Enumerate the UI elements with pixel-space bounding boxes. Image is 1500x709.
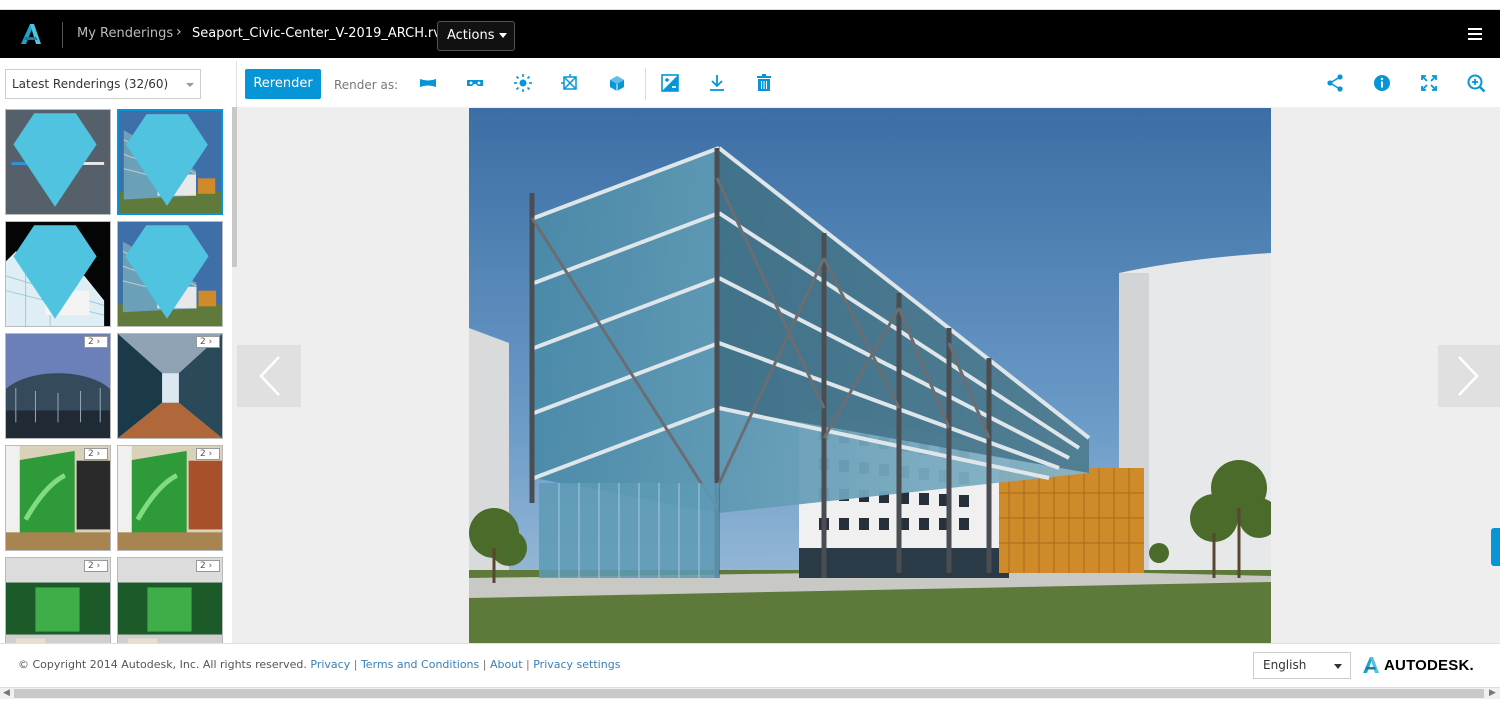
chevron-left-icon — [259, 356, 280, 396]
footer-separator: | — [482, 658, 487, 671]
header-divider — [62, 22, 63, 48]
version-count-badge: 2 › — [196, 448, 220, 460]
breadcrumb-file-name: Seaport_Civic-Center_V-2019_ARCH.rvt — [192, 26, 447, 41]
privacy-settings-link[interactable]: Privacy settings — [533, 658, 620, 671]
thumbnail-list[interactable]: 2 › 2 › 2 › 2 › 2 › 2 › — [0, 107, 236, 643]
renderings-filter-label: Latest Renderings (32/60) — [12, 77, 169, 91]
rendering-main-image[interactable] — [469, 108, 1271, 643]
delete-icon[interactable] — [753, 72, 775, 94]
version-count-badge: 2 › — [196, 336, 220, 348]
terms-link[interactable]: Terms and Conditions — [361, 658, 479, 671]
footer-separator: | — [353, 658, 358, 671]
caret-down-icon — [498, 33, 507, 38]
version-count-badge: 2 › — [84, 560, 108, 572]
info-icon[interactable] — [1371, 72, 1393, 94]
thumbnail-atrium[interactable]: 2 › — [5, 333, 111, 439]
autodesk-wordmark: AUTODESK. — [1384, 656, 1474, 674]
scroll-left-arrow-icon[interactable]: ◀ — [3, 688, 10, 698]
toolbar-separator — [645, 68, 646, 100]
privacy-link[interactable]: Privacy — [310, 658, 350, 671]
cube-render-icon[interactable] — [606, 72, 628, 94]
cloud-credit-gem-icon — [126, 114, 208, 206]
version-count-badge: 2 › — [196, 560, 220, 572]
version-count-badge: 2 › — [84, 336, 108, 348]
render-as-label: Render as: — [334, 78, 399, 92]
hamburger-menu-icon[interactable] — [1468, 28, 1482, 40]
version-count-badge: 2 › — [84, 448, 108, 460]
thumbnail-lobby-alt[interactable]: 2 › — [117, 557, 223, 643]
sun-study-icon[interactable] — [512, 72, 534, 94]
thumbnail-green-wall-alt[interactable]: 2 › — [117, 445, 223, 551]
actions-dropdown-button[interactable]: Actions — [437, 21, 515, 51]
language-value: English — [1263, 658, 1307, 672]
about-link[interactable]: About — [490, 658, 523, 671]
previous-rendering-button[interactable] — [237, 345, 301, 407]
chevron-right-icon — [1458, 356, 1479, 396]
browser-top-strip — [0, 0, 1500, 10]
language-select[interactable]: English — [1253, 652, 1351, 679]
cloud-credit-gem-icon — [13, 225, 97, 319]
thumbnail-exterior-selected[interactable] — [117, 109, 223, 215]
feedback-side-tab[interactable] — [1491, 528, 1500, 566]
fullscreen-icon[interactable] — [1418, 72, 1440, 94]
renderings-filter-select[interactable]: Latest Renderings (32/60) — [5, 69, 201, 99]
browser-bottom-strip — [0, 699, 1500, 709]
share-icon[interactable] — [1324, 72, 1346, 94]
stereo-vr-icon[interactable] — [464, 72, 486, 94]
rerender-button[interactable]: Rerender — [245, 69, 321, 99]
panorama-icon[interactable] — [417, 72, 439, 94]
autodesk-brand: AUTODESK. — [1362, 654, 1474, 676]
next-rendering-button[interactable] — [1438, 345, 1500, 407]
copyright-text: © Copyright 2014 Autodesk, Inc. All righ… — [18, 658, 307, 671]
thumbnail-exterior[interactable] — [117, 221, 223, 327]
zoom-in-icon[interactable] — [1465, 72, 1487, 94]
thumbnail-rendering-in-progress[interactable] — [5, 109, 111, 215]
breadcrumb-my-renderings[interactable]: My Renderings — [77, 26, 173, 41]
sidebar-divider — [236, 61, 237, 107]
caret-down-icon — [1334, 664, 1342, 669]
autodesk-logo-icon — [1363, 657, 1379, 673]
breadcrumb-chevron-icon: › — [176, 24, 182, 40]
top-bar: My Renderings › Seaport_Civic-Center_V-2… — [0, 10, 1500, 58]
footer-copyright-line: © Copyright 2014 Autodesk, Inc. All righ… — [18, 658, 620, 671]
thumbnail-lobby[interactable]: 2 › — [5, 557, 111, 643]
cloud-credit-gem-icon — [13, 113, 97, 207]
download-icon[interactable] — [706, 72, 728, 94]
thumbnail-exterior-night[interactable] — [5, 221, 111, 327]
illuminance-icon[interactable] — [559, 72, 581, 94]
caret-down-icon — [186, 83, 194, 87]
footer-separator: | — [526, 658, 530, 671]
thumbnail-green-wall[interactable]: 2 › — [5, 445, 111, 551]
autodesk-logo-icon[interactable] — [18, 23, 42, 45]
cloud-credit-gem-icon — [125, 225, 209, 319]
actions-label: Actions — [447, 28, 495, 43]
scroll-right-arrow-icon[interactable]: ▶ — [1489, 688, 1496, 698]
adjust-exposure-icon[interactable] — [659, 72, 681, 94]
page-horizontal-scrollbar-thumb[interactable] — [14, 689, 1484, 698]
thumbnail-corridor[interactable]: 2 › — [117, 333, 223, 439]
